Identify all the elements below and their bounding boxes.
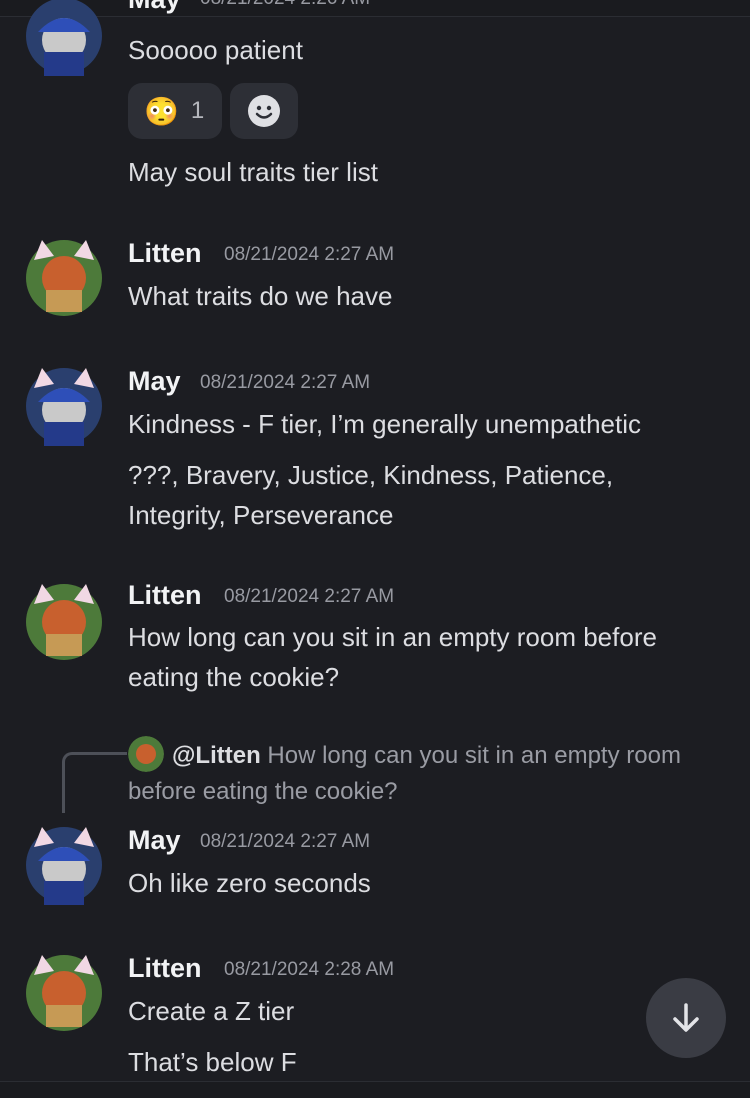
reply-mention[interactable]: @Litten bbox=[172, 742, 261, 769]
message-timestamp: 08/21/2024 2:27 AM bbox=[200, 372, 371, 393]
smiley-add-icon bbox=[248, 95, 280, 127]
message-timestamp: 08/21/2024 2:28 AM bbox=[224, 959, 395, 980]
message-text: Create a Z tier bbox=[128, 996, 295, 1026]
flushed-face-icon: 😳 bbox=[144, 95, 179, 127]
message-text: Oh like zero seconds bbox=[128, 868, 371, 898]
reaction-count: 1 bbox=[190, 97, 205, 124]
avatar-may[interactable] bbox=[24, 366, 104, 446]
message-timestamp: 08/21/2024 2:27 AM bbox=[224, 586, 395, 607]
message-author[interactable]: May bbox=[128, 825, 181, 856]
reaction-flushed[interactable]: 😳 1 bbox=[128, 83, 222, 139]
bottom-bar bbox=[0, 1081, 750, 1098]
message-text: Sooooo patient bbox=[128, 35, 303, 65]
message-text: How long can you sit in an empty room be… bbox=[128, 622, 657, 692]
reply-connector bbox=[62, 752, 127, 813]
avatar-may[interactable] bbox=[24, 825, 104, 905]
message-text: ???, Bravery, Justice, Kindness, Patienc… bbox=[128, 460, 614, 530]
avatar-may[interactable] bbox=[24, 0, 104, 76]
message-timestamp: 08/21/2024 2:27 AM bbox=[224, 244, 395, 265]
top-bar bbox=[0, 0, 750, 17]
message-text: Kindness - F tier, I’m generally unempat… bbox=[128, 409, 642, 439]
message-author[interactable]: May bbox=[128, 0, 181, 15]
message-timestamp: 08/21/2024 2:27 AM bbox=[200, 831, 371, 852]
reply-preview[interactable]: @Litten How long can you sit in an empty… bbox=[128, 738, 688, 810]
message-author[interactable]: Litten bbox=[128, 238, 202, 269]
arrow-down-icon bbox=[673, 1003, 699, 1032]
message-author[interactable]: May bbox=[128, 366, 181, 397]
avatar-litten[interactable] bbox=[24, 582, 104, 662]
avatar-litten[interactable] bbox=[24, 953, 104, 1033]
message-text: What traits do we have bbox=[128, 281, 393, 311]
message-author[interactable]: Litten bbox=[128, 953, 202, 984]
message-text: May soul traits tier list bbox=[128, 157, 378, 187]
avatar-litten[interactable] bbox=[24, 238, 104, 318]
add-reaction-button[interactable] bbox=[230, 83, 298, 139]
scroll-to-bottom-button[interactable] bbox=[646, 978, 726, 1058]
message-author[interactable]: Litten bbox=[128, 580, 202, 611]
message-timestamp: 08/21/2024 2:26 AM bbox=[200, 0, 370, 10]
message-text: That’s below F bbox=[128, 1047, 297, 1077]
